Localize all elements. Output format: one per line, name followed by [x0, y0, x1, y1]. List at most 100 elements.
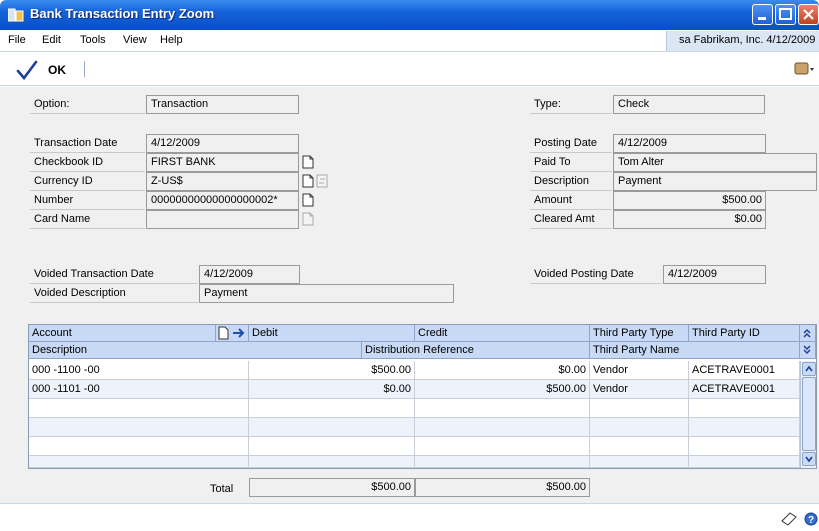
toolbar-separator [84, 61, 85, 77]
menu-bar: File Edit Tools View Help sa Fabrikam, I… [0, 30, 819, 52]
currency-exchange-icon[interactable] [316, 174, 328, 188]
cell-empty[interactable] [29, 399, 249, 418]
currency-id-label: Currency ID [30, 172, 145, 191]
cell-debit[interactable]: $0.00 [249, 380, 415, 399]
table-row-empty[interactable] [29, 437, 800, 456]
ok-button[interactable]: OK [48, 63, 66, 77]
voided-posting-date-field[interactable]: 4/12/2009 [663, 265, 766, 284]
type-label: Type: [530, 95, 612, 114]
voided-transaction-date-field[interactable]: 4/12/2009 [199, 265, 300, 284]
app-icon [8, 8, 24, 22]
maximize-button[interactable] [775, 4, 796, 25]
menu-edit[interactable]: Edit [42, 34, 61, 46]
minimize-button[interactable] [752, 4, 773, 25]
paid-to-field[interactable]: Tom Alter [613, 153, 817, 172]
note-icon[interactable] [780, 511, 798, 527]
account-lookup-expand-icons[interactable] [218, 326, 248, 341]
transaction-date-field[interactable]: 4/12/2009 [146, 134, 299, 153]
menu-file[interactable]: File [8, 34, 26, 46]
description-field[interactable]: Payment [613, 172, 817, 191]
table-row-empty[interactable] [29, 399, 800, 418]
cell-account[interactable]: 000 -1101 -00 [29, 380, 249, 399]
close-button[interactable] [798, 4, 819, 25]
scroll-down-button[interactable] [802, 452, 816, 466]
cell-empty[interactable] [249, 437, 415, 456]
voided-description-field[interactable]: Payment [199, 284, 454, 303]
cell-credit[interactable]: $500.00 [415, 380, 590, 399]
card-name-lookup-icon[interactable] [302, 212, 314, 226]
cell-empty[interactable] [249, 418, 415, 437]
cell-empty[interactable] [689, 456, 800, 468]
toolbar: OK [0, 52, 819, 86]
menu-tools[interactable]: Tools [80, 34, 106, 46]
col-header-account[interactable]: Account [29, 325, 216, 342]
cell-empty[interactable] [415, 399, 590, 418]
description-label: Description [530, 172, 612, 191]
checkbook-id-field[interactable]: FIRST BANK [146, 153, 299, 172]
cell-third-party-type[interactable]: Vendor [590, 361, 689, 380]
posting-date-field[interactable]: 4/12/2009 [613, 134, 766, 153]
cell-empty[interactable] [415, 437, 590, 456]
cell-empty[interactable] [29, 456, 249, 468]
cell-empty[interactable] [590, 437, 689, 456]
cell-empty[interactable] [415, 456, 590, 468]
card-name-field[interactable] [146, 210, 299, 229]
currency-lookup-icon[interactable] [302, 174, 314, 188]
cell-credit[interactable]: $0.00 [415, 361, 590, 380]
col-header-debit[interactable]: Debit [249, 325, 415, 342]
option-field[interactable]: Transaction [146, 95, 299, 114]
menu-help[interactable]: Help [160, 34, 183, 46]
scroll-thumb[interactable] [802, 377, 816, 451]
number-label: Number [30, 191, 145, 210]
chevron-down-icon [805, 456, 813, 463]
form-area: Option: Transaction Type: Check Transact… [0, 87, 819, 503]
double-chevron-up-icon [803, 328, 811, 338]
cell-empty[interactable] [689, 399, 800, 418]
cell-empty[interactable] [249, 399, 415, 418]
cell-empty[interactable] [249, 456, 415, 468]
col-header-credit[interactable]: Credit [415, 325, 590, 342]
cell-empty[interactable] [590, 399, 689, 418]
cell-empty[interactable] [29, 437, 249, 456]
menu-view[interactable]: View [123, 34, 147, 46]
scroll-up-button[interactable] [802, 362, 816, 376]
grid-scrollbar[interactable] [800, 361, 816, 468]
cell-empty[interactable] [590, 418, 689, 437]
collapse-rows-button[interactable] [800, 325, 816, 342]
currency-id-field[interactable]: Z-US$ [146, 172, 299, 191]
total-label: Total [210, 483, 234, 495]
cell-empty[interactable] [689, 418, 800, 437]
table-row[interactable]: 000 -1100 -00 $500.00 $0.00 Vendor ACETR… [29, 361, 800, 380]
cell-third-party-id[interactable]: ACETRAVE0001 [689, 361, 800, 380]
posting-date-label: Posting Date [530, 134, 612, 153]
cell-debit[interactable]: $500.00 [249, 361, 415, 380]
col-header-third-party-id[interactable]: Third Party ID [689, 325, 800, 342]
table-row-empty[interactable] [29, 418, 800, 437]
col-header-third-party-type[interactable]: Third Party Type [590, 325, 689, 342]
cell-third-party-id[interactable]: ACETRAVE0001 [689, 380, 800, 399]
cell-account[interactable]: 000 -1100 -00 [29, 361, 249, 380]
transaction-date-label: Transaction Date [30, 134, 145, 153]
col-header-description[interactable]: Description [29, 342, 362, 359]
cell-empty[interactable] [590, 456, 689, 468]
type-field[interactable]: Check [613, 95, 765, 114]
checkbook-lookup-icon[interactable] [302, 155, 314, 169]
cell-empty[interactable] [415, 418, 590, 437]
cell-empty[interactable] [29, 418, 249, 437]
cleared-amt-field[interactable]: $0.00 [613, 210, 766, 229]
cleared-amt-label: Cleared Amt [530, 210, 612, 229]
expand-rows-button[interactable] [800, 342, 816, 359]
number-field[interactable]: 00000000000000000002* [146, 191, 299, 210]
cell-empty[interactable] [689, 437, 800, 456]
col-header-distribution-reference[interactable]: Distribution Reference [362, 342, 590, 359]
table-row[interactable]: 000 -1101 -00 $0.00 $500.00 Vendor ACETR… [29, 380, 800, 399]
amount-field[interactable]: $500.00 [613, 191, 766, 210]
table-row-empty[interactable] [29, 456, 800, 468]
cell-third-party-type[interactable]: Vendor [590, 380, 689, 399]
checkmark-icon[interactable] [16, 59, 38, 81]
help-options-icon[interactable] [793, 60, 815, 78]
col-header-third-party-name[interactable]: Third Party Name [590, 342, 800, 359]
total-debit-field: $500.00 [249, 478, 415, 497]
number-lookup-icon[interactable] [302, 193, 314, 207]
help-icon[interactable]: ? [804, 512, 818, 526]
